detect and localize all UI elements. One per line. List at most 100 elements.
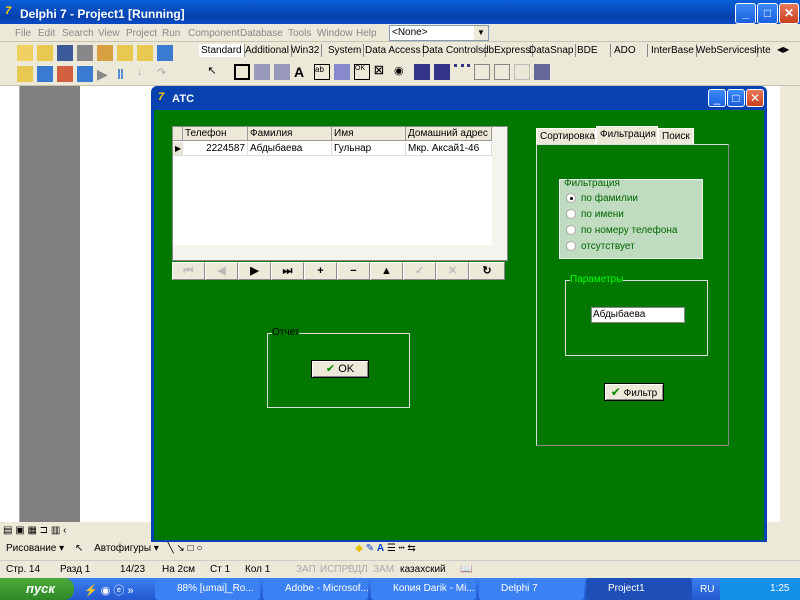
nav-edit-button[interactable]: ▲ (370, 262, 403, 280)
radio-by-phone[interactable]: по номеру телефона (566, 225, 677, 236)
db-grid[interactable]: Телефон Фамилия Имя Домашний адрес ▶ 222… (172, 126, 508, 261)
frames-icon[interactable] (234, 64, 250, 80)
horizontal-scrollbar[interactable] (173, 245, 507, 260)
menu-edit[interactable]: Edit (38, 28, 55, 39)
column-header-name[interactable]: Имя (332, 127, 406, 141)
palette-tab-internet[interactable]: Inte (752, 44, 773, 57)
palette-tab-bde[interactable]: BDE (575, 44, 611, 57)
cell-phone[interactable]: 2224587 (183, 142, 248, 156)
radiobutton-icon[interactable]: ◉ (394, 64, 410, 80)
close-button[interactable]: ✕ (779, 3, 799, 24)
nav-cancel-button[interactable]: ✕ (436, 262, 469, 280)
minimize-button[interactable]: _ (735, 3, 756, 24)
menu-help[interactable]: Help (356, 28, 377, 39)
view-unit-icon[interactable] (17, 66, 33, 82)
menu-component[interactable]: Component (188, 28, 240, 39)
nav-delete-button[interactable]: − (337, 262, 370, 280)
new-form-icon[interactable] (77, 66, 93, 82)
autoshapes-menu[interactable]: Автофигуры ▾ (94, 543, 159, 554)
line-color-icon[interactable]: ✎ (366, 543, 374, 554)
step-over-icon[interactable]: ↷ (157, 66, 173, 82)
trace-into-icon[interactable]: ↓ (137, 66, 153, 82)
palette-tab-dbexpress[interactable]: dbExpress (481, 44, 534, 57)
menu-view[interactable]: View (98, 28, 120, 39)
column-header-surname[interactable]: Фамилия (248, 127, 332, 141)
actionlist-icon[interactable] (534, 64, 550, 80)
popupmenu-icon[interactable] (274, 64, 290, 80)
status-ovr[interactable]: ЗАМ (373, 564, 394, 575)
view-buttons[interactable]: ▤ ▣ ▦ ⊐ ▥ ‹ (0, 522, 152, 540)
taskbar-item[interactable]: Копия Darik - Mi... (371, 578, 476, 600)
select-objects-icon[interactable]: ↖ (75, 543, 83, 554)
pointer-icon[interactable]: ↖ (204, 64, 220, 80)
maximize-button[interactable]: □ (757, 3, 778, 24)
line-icon[interactable]: ╲ ↘ □ ○ (168, 543, 203, 554)
groupbox-icon[interactable] (474, 64, 490, 80)
palette-tab-standard[interactable]: Standard (199, 44, 245, 57)
palette-tab-data-access[interactable]: Data Access (363, 44, 424, 57)
status-trk[interactable]: ИСПР (320, 564, 348, 575)
cell-name[interactable]: Гульнар (332, 142, 406, 156)
palette-scroll[interactable]: ◀▶ (777, 45, 789, 54)
language-indicator[interactable]: RU (700, 584, 714, 595)
column-header-phone[interactable]: Телефон (183, 127, 248, 141)
filter-button[interactable]: ✔ Фильтр (604, 383, 664, 401)
taskbar-item[interactable]: Delphi 7 (479, 578, 584, 600)
fill-color-icon[interactable]: ◆ (355, 543, 363, 554)
chevron-down-icon[interactable]: ▼ (474, 26, 488, 40)
palette-tab-win32[interactable]: Win32 (289, 44, 323, 57)
edit-icon[interactable]: ab (314, 64, 330, 80)
drawing-menu[interactable]: Рисование ▾ (6, 543, 64, 554)
radio-none[interactable]: отсутствует (566, 241, 635, 252)
start-button[interactable]: пуск (0, 578, 74, 600)
nav-post-button[interactable]: ✓ (403, 262, 436, 280)
mainmenu-icon[interactable] (254, 64, 270, 80)
menu-search[interactable]: Search (62, 28, 94, 39)
palette-tab-datasnap[interactable]: DataSnap (527, 44, 577, 57)
menu-project[interactable]: Project (126, 28, 157, 39)
ok-button[interactable]: ✔ OK (311, 360, 369, 378)
quick-launch[interactable]: ⚡ ◉ ⓔ » (84, 582, 134, 598)
nav-insert-button[interactable]: + (304, 262, 337, 280)
column-header-address[interactable]: Домашний адрес (406, 127, 492, 141)
radio-by-name[interactable]: по имени (566, 209, 624, 220)
panel-icon[interactable] (514, 64, 530, 80)
form-minimize-button[interactable]: _ (708, 89, 726, 107)
status-rec[interactable]: ЗАП (296, 564, 316, 575)
run-icon[interactable]: ▶ (97, 66, 113, 82)
form-close-button[interactable]: ✕ (746, 89, 764, 107)
tab-sort[interactable]: Сортировка (536, 128, 596, 144)
pause-icon[interactable]: ‖ (117, 66, 133, 82)
tab-filter[interactable]: Фильтрация (596, 126, 658, 144)
palette-tab-webservices[interactable]: WebServices (694, 44, 758, 57)
cell-surname[interactable]: Абдыбаева (248, 142, 332, 156)
vertical-scrollbar[interactable] (492, 127, 507, 245)
spelling-icon[interactable]: 📖 (460, 564, 472, 575)
component-combo[interactable]: <None> ▼ (389, 25, 489, 41)
cell-address[interactable]: Мкр. Аксай1-46 (406, 142, 492, 156)
palette-tab-ado[interactable]: ADO (612, 44, 648, 57)
radio-by-surname[interactable]: по фамилии (566, 193, 638, 204)
menu-database[interactable]: Database (240, 28, 283, 39)
nav-last-button[interactable]: ⏭ (271, 262, 304, 280)
button-icon[interactable]: OK (354, 64, 370, 80)
nav-refresh-button[interactable]: ↻ (469, 262, 505, 280)
radiogroup-icon[interactable] (494, 64, 510, 80)
nav-next-button[interactable]: ▶ (238, 262, 271, 280)
menu-run[interactable]: Run (162, 28, 180, 39)
listbox-icon[interactable] (414, 64, 430, 80)
scrollbar-icon[interactable] (454, 64, 470, 80)
checkbox-icon[interactable]: ☒ (374, 64, 390, 80)
menu-tools[interactable]: Tools (288, 28, 311, 39)
font-color-icon[interactable]: A (377, 543, 384, 554)
tab-search[interactable]: Поиск (658, 128, 694, 144)
param-input[interactable]: Абдыбаева (591, 307, 685, 323)
label-icon[interactable]: A (294, 64, 310, 80)
nav-first-button[interactable]: ⏮ (172, 262, 205, 280)
taskbar-item[interactable]: Adobe - Microsof... (263, 578, 368, 600)
menu-file[interactable]: File (15, 28, 31, 39)
taskbar-item[interactable]: 88% [umai]_Ro... (155, 578, 260, 600)
combobox-icon[interactable] (434, 64, 450, 80)
palette-tab-data-controls[interactable]: Data Controls (420, 44, 487, 57)
palette-tab-system[interactable]: System (326, 44, 365, 57)
